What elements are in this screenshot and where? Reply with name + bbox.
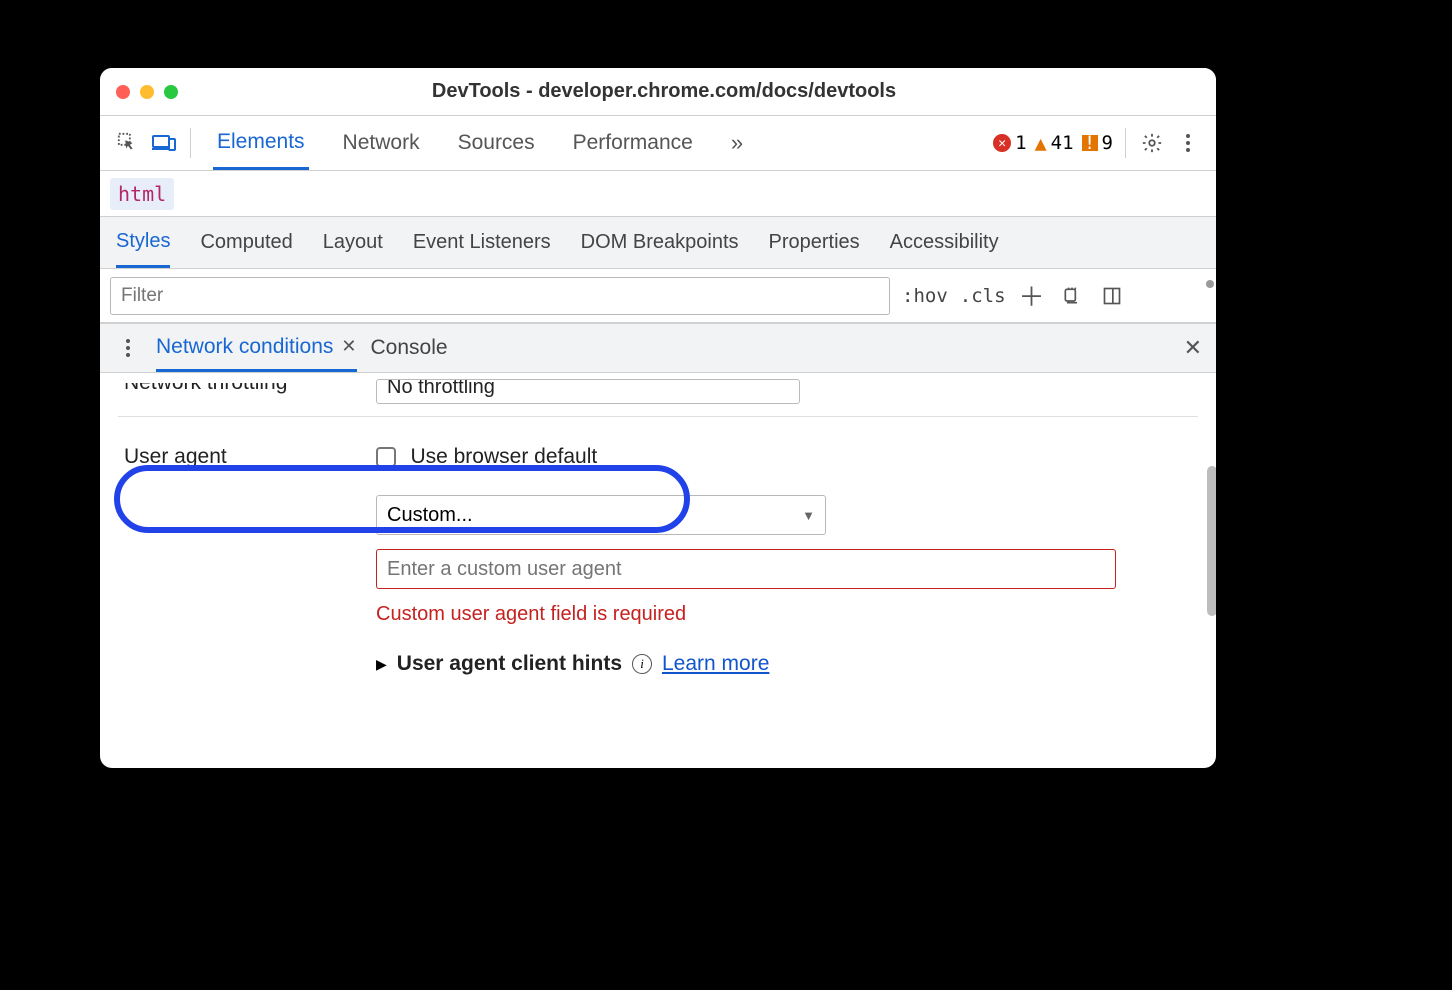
info-count: 9 <box>1102 132 1113 154</box>
dropdown-icon: ▼ <box>802 508 815 523</box>
issue-counters[interactable]: ✕ 1 ▲ 41 ! 9 <box>993 131 1113 155</box>
client-hints-label: User agent client hints <box>397 652 622 676</box>
more-tabs-button[interactable]: » <box>727 116 747 170</box>
expand-icon[interactable]: ▶ <box>376 656 387 673</box>
info-badge[interactable]: ! 9 <box>1082 132 1113 154</box>
styles-filter-row: :hov .cls ＋ <box>100 269 1216 323</box>
info-icon: ! <box>1082 135 1098 151</box>
vertical-scrollbar[interactable] <box>1207 466 1216 616</box>
subtab-styles[interactable]: Styles <box>116 217 170 268</box>
window-title: DevTools - developer.chrome.com/docs/dev… <box>128 80 1200 103</box>
elements-subtabs: Styles Computed Layout Event Listeners D… <box>100 217 1216 269</box>
breadcrumb-html[interactable]: html <box>110 178 174 210</box>
close-drawer-icon[interactable]: ✕ <box>1184 335 1202 361</box>
device-toolbar-icon[interactable] <box>150 129 178 157</box>
subtab-dom-breakpoints[interactable]: DOM Breakpoints <box>581 217 739 268</box>
drawer-tabs: Network conditions ✕ Console ✕ <box>100 323 1216 373</box>
error-count: 1 <box>1015 132 1026 154</box>
subtab-event-listeners[interactable]: Event Listeners <box>413 217 551 268</box>
subtab-computed[interactable]: Computed <box>200 217 292 268</box>
use-browser-default-checkbox[interactable] <box>376 447 396 467</box>
main-tabs: Elements Network Sources Performance » <box>213 116 747 170</box>
network-throttling-row: Network throttling No throttling <box>118 373 1198 417</box>
subtab-accessibility[interactable]: Accessibility <box>890 217 999 268</box>
warning-count: 41 <box>1051 132 1074 154</box>
new-style-rule-icon[interactable]: ＋ <box>1018 282 1046 310</box>
drawer-kebab-icon[interactable] <box>114 334 142 362</box>
tab-elements[interactable]: Elements <box>213 116 309 170</box>
info-icon[interactable]: i <box>632 654 652 674</box>
network-conditions-panel: Network throttling No throttling User ag… <box>100 373 1216 736</box>
close-tab-icon[interactable]: ✕ <box>341 336 356 357</box>
error-icon: ✕ <box>993 134 1011 152</box>
main-toolbar: Elements Network Sources Performance » ✕… <box>100 116 1216 171</box>
network-throttling-select[interactable]: No throttling <box>376 379 800 404</box>
warning-icon: ▲ <box>1035 131 1047 155</box>
user-agent-label: User agent <box>118 445 376 469</box>
kebab-menu-icon[interactable] <box>1174 129 1202 157</box>
hov-toggle[interactable]: :hov <box>902 285 948 307</box>
tab-sources[interactable]: Sources <box>454 116 539 170</box>
inspect-element-icon[interactable] <box>114 129 142 157</box>
client-hints-row: ▶ User agent client hints i Learn more <box>376 652 1198 676</box>
error-badge[interactable]: ✕ 1 <box>993 132 1026 154</box>
user-agent-section: User agent Use browser default Custom...… <box>118 435 1198 716</box>
network-throttling-label: Network throttling <box>118 383 376 401</box>
settings-icon[interactable] <box>1138 129 1166 157</box>
tab-performance[interactable]: Performance <box>569 116 697 170</box>
devtools-window: DevTools - developer.chrome.com/docs/dev… <box>100 68 1216 768</box>
warning-badge[interactable]: ▲ 41 <box>1035 131 1074 155</box>
user-agent-row: User agent Use browser default <box>118 435 1198 479</box>
learn-more-link[interactable]: Learn more <box>662 652 769 676</box>
user-agent-select[interactable]: Custom... ▼ <box>376 495 826 535</box>
drawer-tab-label: Console <box>371 336 448 360</box>
styles-filter-input[interactable] <box>110 277 890 315</box>
dom-breadcrumb: html <box>100 171 1216 217</box>
scrollbar-top-marker <box>1206 280 1214 288</box>
user-agent-error: Custom user agent field is required <box>376 603 1198 626</box>
computed-sidebar-icon[interactable] <box>1098 282 1126 310</box>
custom-user-agent-input[interactable] <box>376 549 1116 589</box>
select-value: Custom... <box>387 504 473 527</box>
subtab-layout[interactable]: Layout <box>323 217 383 268</box>
titlebar: DevTools - developer.chrome.com/docs/dev… <box>100 68 1216 116</box>
tab-network[interactable]: Network <box>339 116 424 170</box>
use-browser-default-label: Use browser default <box>410 445 597 468</box>
toolbar-divider <box>190 128 191 158</box>
drawer-tab-label: Network conditions <box>156 335 333 359</box>
cls-toggle[interactable]: .cls <box>960 285 1006 307</box>
copy-styles-icon[interactable] <box>1058 282 1086 310</box>
drawer-tab-network-conditions[interactable]: Network conditions ✕ <box>156 324 357 372</box>
toolbar-divider <box>1125 128 1126 158</box>
drawer-tab-console[interactable]: Console <box>371 324 448 372</box>
subtab-properties[interactable]: Properties <box>769 217 860 268</box>
